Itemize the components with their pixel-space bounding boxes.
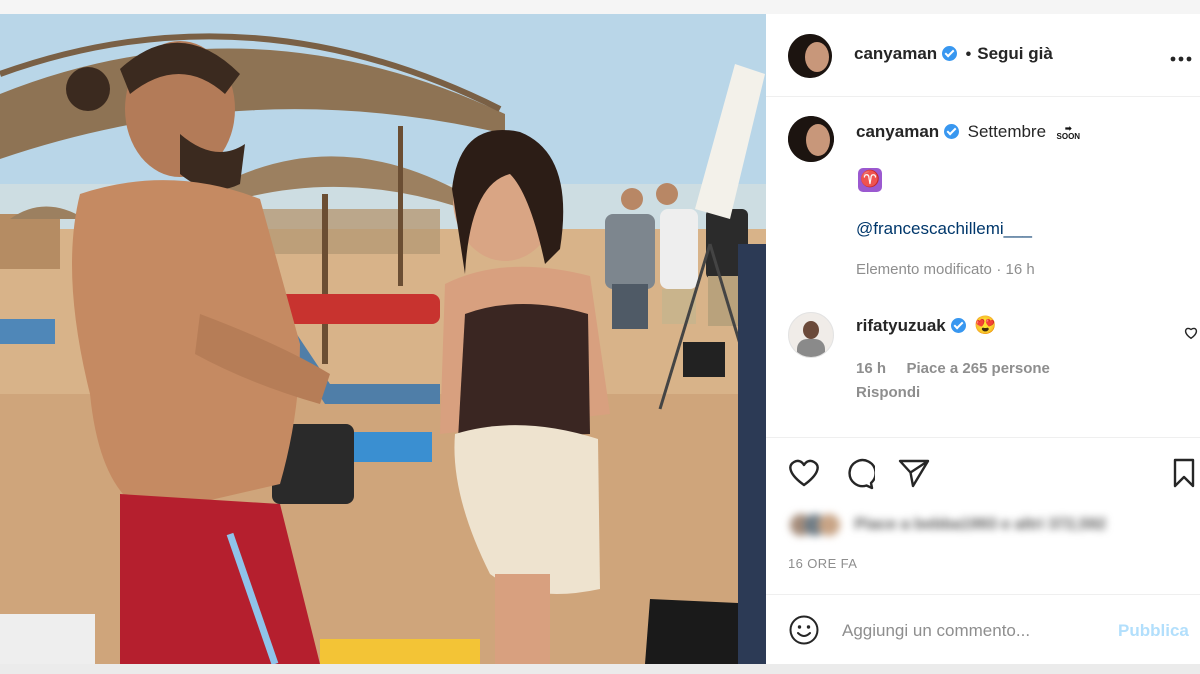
author-username[interactable]: canyaman (854, 44, 937, 63)
reply-button[interactable]: Rispondi (856, 384, 920, 401)
mention-link[interactable]: @francescachillemi___ (856, 219, 1032, 238)
comment-like-heart-icon[interactable] (1184, 326, 1198, 340)
post-timestamp: 16 ORE FA (788, 556, 858, 571)
caption-author-avatar[interactable] (788, 116, 834, 162)
actions-divider (766, 437, 1200, 438)
comment-line: rifatyuzuak 😍 (856, 315, 997, 336)
post-photo[interactable] (0, 14, 766, 664)
commenter-username[interactable]: rifatyuzuak (856, 316, 946, 335)
meta-dot: · (996, 261, 1006, 278)
speech-bubble-icon[interactable] (843, 458, 877, 490)
verified-badge-icon (942, 46, 958, 61)
caption-mention-row: @francescachillemi___ (856, 219, 1032, 239)
comment-likes-button[interactable]: Piace a 265 persone (906, 360, 1049, 377)
soon-label: SOON (1056, 131, 1081, 141)
liker-avatar (818, 514, 840, 536)
follow-status-button[interactable]: Segui già (977, 44, 1053, 63)
beach-scene-illustration (0, 14, 766, 664)
aries-emoji: ♈ (858, 168, 882, 192)
header-divider (766, 96, 1200, 97)
composer-divider (766, 594, 1200, 595)
commenter-avatar[interactable] (788, 312, 834, 358)
caption-line: canyaman Settembre ➡ SOON (856, 122, 1080, 142)
caption-meta: Elemento modificato · 16 h (856, 261, 1035, 279)
page-top-strip (0, 0, 1200, 14)
verified-badge-icon (950, 318, 966, 333)
caption-age: 16 h (1005, 261, 1035, 278)
likes-summary-text: Piace a bebba1993 e altri 372,592 (854, 516, 1107, 533)
header-separator: • (965, 46, 972, 63)
comment-meta: 16 h Piace a 265 persone (856, 360, 1050, 378)
soon-arrow-icon: ➡ SOON (1056, 123, 1081, 141)
caption-text: Settembre (967, 122, 1047, 141)
author-avatar[interactable] (788, 34, 832, 78)
three-dots-horizontal-icon[interactable] (1170, 50, 1194, 62)
heart-outline-icon[interactable] (788, 458, 820, 488)
bookmark-icon[interactable] (1172, 458, 1196, 488)
caption-emoji-row: ♈ (858, 168, 882, 192)
verified-badge-icon (944, 124, 960, 139)
emoji-smiley-icon[interactable] (788, 614, 820, 646)
comment-age: 16 h (856, 360, 887, 377)
post-side-panel: canyaman • Segui già canyaman Settembre ➡… (766, 14, 1200, 664)
caption-username[interactable]: canyaman (856, 122, 939, 141)
publish-button[interactable]: Pubblica (1118, 621, 1189, 641)
post-header: canyaman • Segui già (854, 44, 1053, 64)
edited-label: Elemento modificato (856, 261, 992, 278)
paper-plane-icon[interactable] (898, 458, 930, 488)
page-bottom-strip (0, 664, 1200, 674)
likes-summary[interactable]: Piace a bebba1993 e altri 372,592 (790, 514, 1106, 536)
heart-eyes-emoji: 😍 (974, 315, 997, 335)
comment-input[interactable] (842, 618, 1102, 644)
comment-reply-row: Rispondi (856, 384, 920, 402)
